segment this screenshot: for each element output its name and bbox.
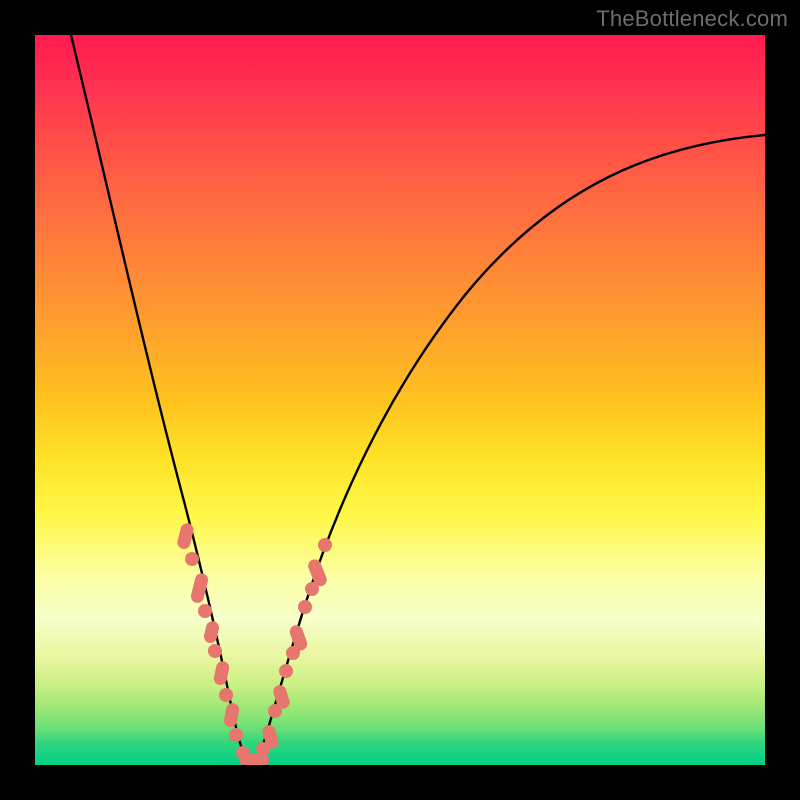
right-curve [257, 135, 765, 764]
attribution-label: TheBottleneck.com [596, 6, 788, 32]
left-curve [71, 35, 248, 764]
chart-stage: TheBottleneck.com [0, 0, 800, 800]
plot-area [35, 35, 765, 765]
curve-layer [35, 35, 765, 765]
